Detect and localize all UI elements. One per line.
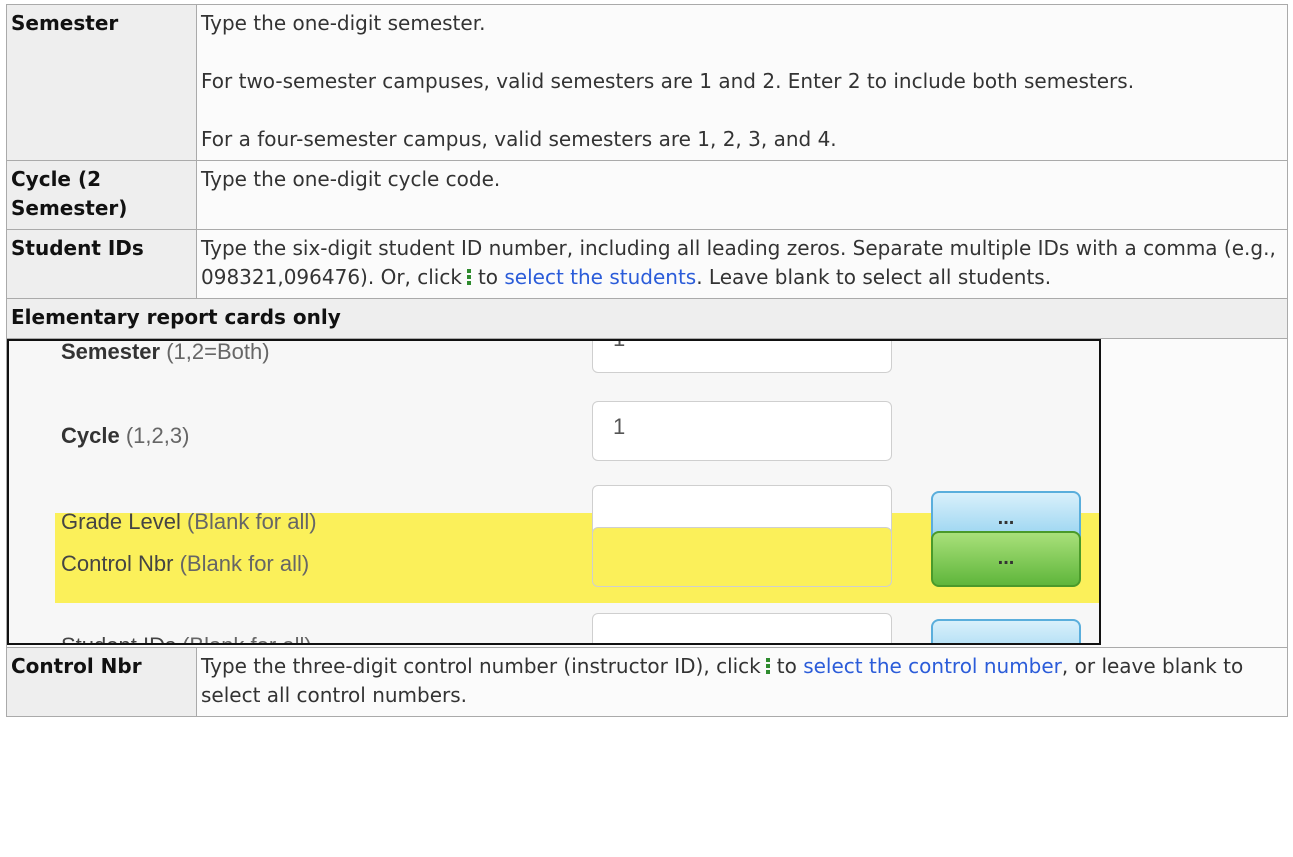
table-row: Student IDs Type the six-digit student I… [6,229,1288,299]
kebab-menu-icon [466,269,471,285]
control-nbr-lookup-button[interactable]: ... [931,531,1081,587]
kebab-menu-icon [765,658,770,674]
description-text: . Leave blank to select all students. [696,265,1052,289]
student-ids-label: Student IDs [6,229,197,299]
description-text: to [477,265,499,289]
grade-level-label: Grade Level (Blank for all) [61,509,317,534]
control-nbr-input[interactable] [592,527,892,587]
select-control-number-link[interactable]: select the control number [803,654,1062,678]
control-nbr-row-label: Control Nbr [6,647,197,717]
semester-description: Type the one-digit semester. For two-sem… [196,4,1288,161]
student-ids-input[interactable] [592,613,892,643]
description-text: Type the three-digit control number (ins… [201,654,761,678]
select-students-link[interactable]: select the students [504,265,696,289]
table-row: Control Nbr Type the three-digit control… [6,647,1288,717]
semester-input[interactable]: 1 [592,341,892,373]
table-row: Semester Type the one-digit semester. Fo… [6,4,1288,161]
table-row: Cycle (2 Semester) Type the one-digit cy… [6,160,1288,230]
table-row: Semester (1,2=Both) 1 Cycle (1,2,3) 1 Gr… [6,338,1288,648]
student-ids-lookup-button[interactable] [931,619,1081,643]
semester-paragraph: For a four-semester campus, valid semest… [201,127,837,151]
help-table: Semester Type the one-digit semester. Fo… [6,4,1288,717]
student-ids-description: Type the six-digit student ID number, in… [196,229,1288,299]
report-card-form-screenshot: Semester (1,2=Both) 1 Cycle (1,2,3) 1 Gr… [7,339,1101,645]
semester-paragraph: For two-semester campuses, valid semeste… [201,69,1135,93]
semester-label: Semester [6,4,197,161]
screenshot-cell: Semester (1,2=Both) 1 Cycle (1,2,3) 1 Gr… [6,338,1288,648]
student-ids-field-label: Student IDs (Blank for all) [61,631,312,643]
control-nbr-label: Control Nbr (Blank for all) [61,551,310,576]
table-row: Elementary report cards only [6,298,1288,339]
cycle-input[interactable]: 1 [592,401,892,461]
description-text: to [776,654,797,678]
control-nbr-description: Type the three-digit control number (ins… [196,647,1288,717]
cycle-description: Type the one-digit cycle code. [196,160,1288,230]
cycle-label: Cycle (2 Semester) [6,160,197,230]
section-heading: Elementary report cards only [6,298,1288,339]
semester-paragraph: Type the one-digit semester. [201,11,486,35]
semester-field-label: Semester (1,2=Both) [61,339,270,364]
cycle-field-label: Cycle (1,2,3) [61,423,190,448]
